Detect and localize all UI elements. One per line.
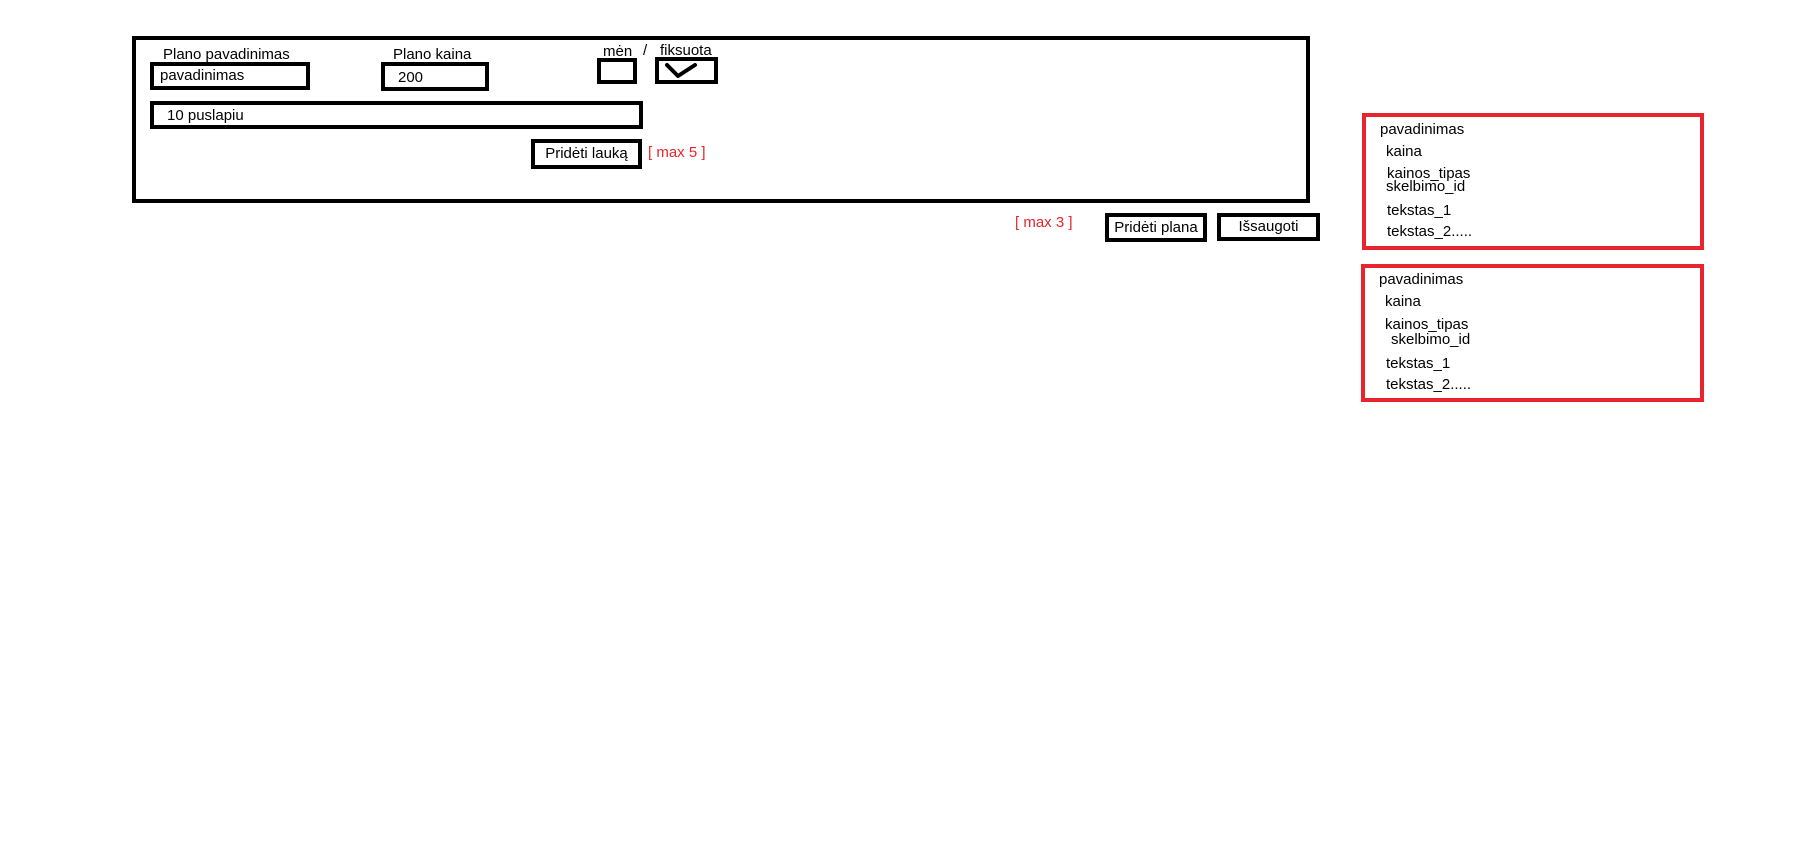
preview-price: kaina xyxy=(1385,293,1421,310)
plan-name-value: pavadinimas xyxy=(160,67,245,84)
preview-text-2: tekstas_2..... xyxy=(1386,376,1472,393)
preview-listing-id: skelbimo_id xyxy=(1386,178,1466,195)
preview-text-1: tekstas_1 xyxy=(1386,355,1451,372)
preview-listing-id: skelbimo_id xyxy=(1391,331,1471,348)
preview-price: kaina xyxy=(1386,143,1422,160)
plan-preview-card: pavadinimas kaina kainos_tipas skelbimo_… xyxy=(1362,113,1704,250)
price-type-separator: / xyxy=(643,42,648,59)
add-field-button[interactable]: Pridėti lauką xyxy=(531,139,642,169)
checkmark-icon xyxy=(665,63,697,78)
field-limit-note: [ max 5 ] xyxy=(648,144,706,161)
plan-field-value: 10 puslapiu xyxy=(167,107,244,124)
preview-text-2: tekstas_2..... xyxy=(1387,223,1473,240)
preview-name: pavadinimas xyxy=(1379,271,1464,288)
preview-text-1: tekstas_1 xyxy=(1387,202,1452,219)
plan-field-input[interactable]: 10 puslapiu xyxy=(150,101,643,129)
plan-price-value: 200 xyxy=(398,69,424,86)
plan-price-input[interactable]: 200 xyxy=(381,62,489,91)
plan-name-input[interactable]: pavadinimas xyxy=(150,62,310,90)
fixed-checkbox[interactable] xyxy=(655,57,718,84)
save-button[interactable]: Išsaugoti xyxy=(1217,213,1320,241)
plan-limit-note: [ max 3 ] xyxy=(1015,214,1073,231)
preview-name: pavadinimas xyxy=(1380,121,1465,138)
plan-preview-card: pavadinimas kaina kainos_tipas skelbimo_… xyxy=(1361,264,1704,402)
monthly-checkbox[interactable] xyxy=(597,58,637,84)
add-plan-button[interactable]: Pridėti plana xyxy=(1105,213,1207,242)
plan-name-label: Plano pavadinimas xyxy=(163,46,290,63)
plan-price-label: Plano kaina xyxy=(393,46,472,63)
